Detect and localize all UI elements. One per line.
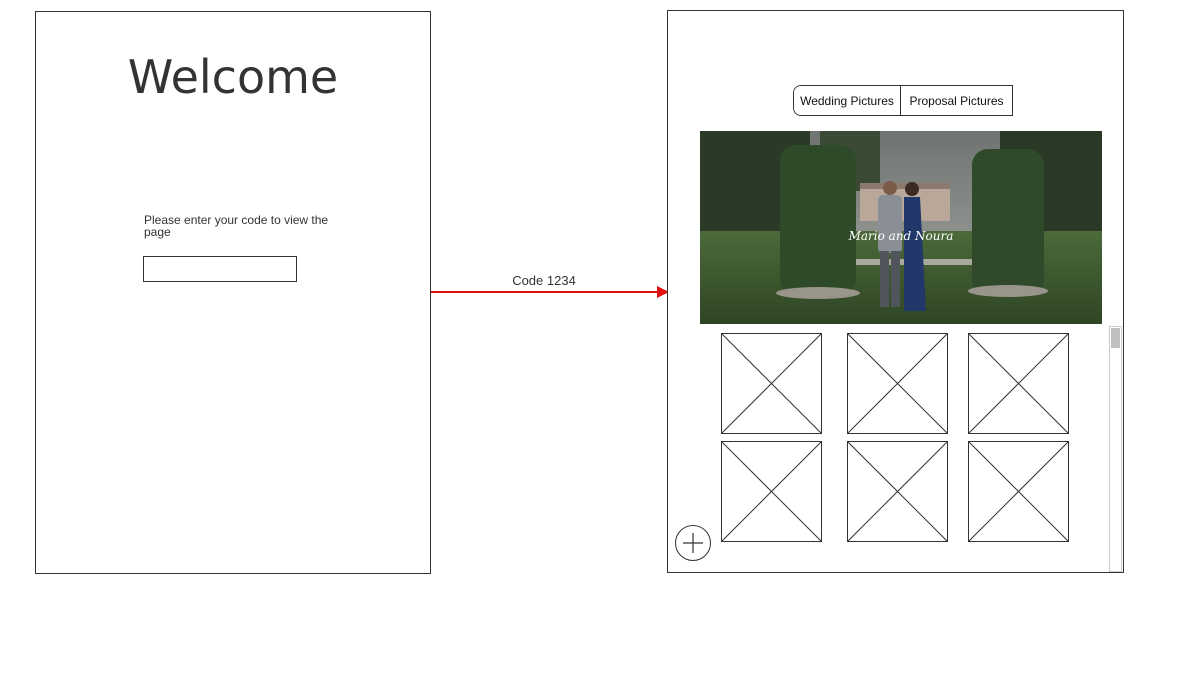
photo-placeholder[interactable] bbox=[721, 441, 822, 542]
welcome-title: Welcome bbox=[127, 50, 339, 104]
add-photo-button[interactable] bbox=[675, 525, 711, 561]
photo-placeholder[interactable] bbox=[968, 441, 1069, 542]
tab-proposal-pictures[interactable]: Proposal Pictures bbox=[901, 86, 1012, 115]
plus-icon bbox=[683, 533, 703, 553]
login-screen: Welcome Please enter your code to view t… bbox=[35, 11, 431, 574]
hero-photo-illustration bbox=[700, 131, 1102, 324]
tab-wedding-pictures[interactable]: Wedding Pictures bbox=[794, 86, 901, 115]
photo-placeholder[interactable] bbox=[847, 441, 948, 542]
code-prompt-text: Please enter your code to view the page bbox=[144, 213, 329, 239]
gallery-screen: Wedding Pictures Proposal Pictures Mario… bbox=[667, 10, 1124, 573]
gallery-tab-group: Wedding Pictures Proposal Pictures bbox=[793, 85, 1013, 116]
photo-placeholder[interactable] bbox=[721, 333, 822, 434]
gallery-scrollbar[interactable] bbox=[1109, 326, 1122, 572]
transition-label: Code 1234 bbox=[494, 273, 594, 288]
photo-placeholder[interactable] bbox=[968, 333, 1069, 434]
scrollbar-thumb[interactable] bbox=[1111, 328, 1120, 348]
photo-placeholder[interactable] bbox=[847, 333, 948, 434]
hero-caption: Mario and Noura bbox=[848, 229, 954, 243]
hero-photo: Mario and Noura bbox=[700, 131, 1102, 324]
code-input[interactable] bbox=[143, 256, 297, 282]
